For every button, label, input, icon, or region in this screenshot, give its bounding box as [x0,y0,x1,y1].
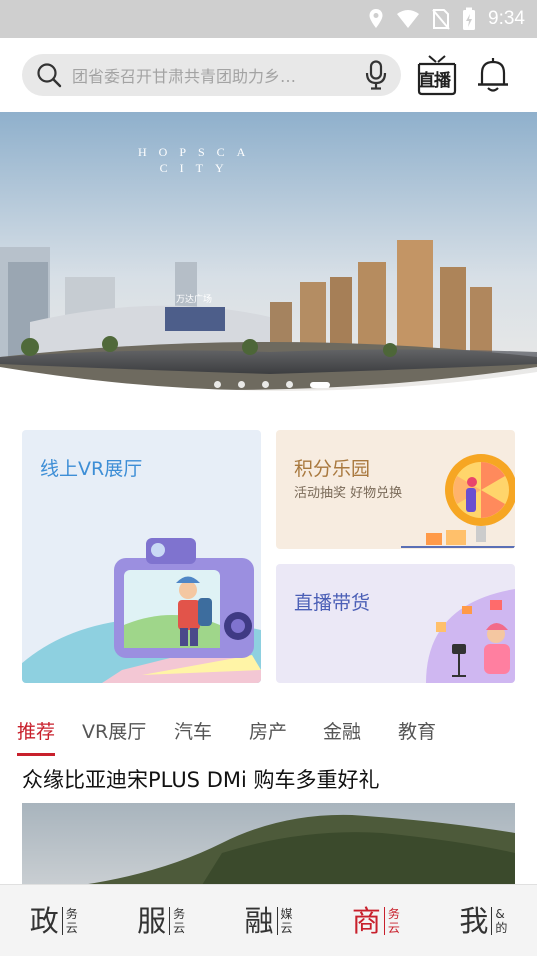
category-tabs: 推荐 VR展厅 汽车 房产 金融 教育 [0,706,537,758]
article-image[interactable] [22,803,515,885]
status-icons: 9:34 [368,7,525,31]
nav-item-commerce[interactable]: 商 务 云 [322,885,429,956]
tab-recommend[interactable]: 推荐 [17,706,56,756]
nav-sub-label: & 的 [491,906,508,935]
live-button[interactable]: 直播 [416,54,458,96]
prize-wheel-illustration [401,454,515,548]
tab-real-estate[interactable]: 房产 [249,706,287,744]
nav-main-label: 服 [137,903,167,938]
microphone-icon[interactable] [365,60,387,90]
nav-sub-label: 媒 云 [276,906,293,935]
banner-sign: 万达广场 [176,295,213,305]
carousel-dot[interactable] [238,381,245,388]
banner-carousel[interactable]: HOPSCA CITY 万达广场 [0,112,537,412]
nav-sub-label-2: 云 [173,920,186,935]
nav-sub-label-2: 云 [280,920,293,935]
nav-sub-label: 务 云 [61,906,78,935]
nav-sub-label-1: 务 [173,906,186,921]
nav-main-label: 商 [351,903,381,938]
bell-icon[interactable] [476,56,510,94]
live-sales-card[interactable]: 直播带货 [276,564,515,683]
nav-main-label: 我 [459,903,489,938]
search-input[interactable]: 团省委召开甘肃共青团助力乡… [72,63,365,87]
banner-caption-line2: CITY [159,161,236,175]
nav-sub-label-1: 媒 [280,906,293,921]
nav-sub-label-1: & [495,906,505,921]
nav-main-label: 融 [244,903,274,938]
banner-image [0,112,537,412]
points-park-card[interactable]: 积分乐园 活动抽奖 好物兑换 [276,430,515,549]
nav-sub-label-1: 务 [65,906,78,921]
tab-cars[interactable]: 汽车 [174,706,212,744]
nav-item-government[interactable]: 政 务 云 [0,885,107,956]
banner-caption: HOPSCA CITY [138,144,257,176]
nav-item-media[interactable]: 融 媒 云 [215,885,322,956]
live-host-illustration [426,589,515,683]
nav-item-mine[interactable]: 我 & 的 [430,885,537,956]
nav-sub-label: 务 云 [169,906,186,935]
nav-sub-label-2: 云 [387,920,400,935]
nav-sub-label: 务 云 [383,906,400,935]
article-title[interactable]: 众缘比亚迪宋PLUS DMi 购车多重好礼 [22,764,380,794]
tab-vr-hall[interactable]: VR展厅 [82,706,146,744]
search-bar[interactable]: 团省委召开甘肃共青团助力乡… [22,54,401,96]
camera-illustration [22,538,261,683]
status-time: 9:34 [488,8,525,29]
carousel-dot[interactable] [262,381,269,388]
carousel-dot-active[interactable] [310,381,330,388]
status-bar: 9:34 [0,0,537,38]
battery-charging-icon [463,7,476,30]
carousel-dot[interactable] [286,381,293,388]
nav-sub-label-2: 的 [495,920,508,935]
nav-item-service[interactable]: 服 务 云 [107,885,214,956]
top-bar: 团省委召开甘肃共青团助力乡… 直播 [0,38,537,112]
carousel-dot[interactable] [214,381,221,388]
nav-main-label: 政 [29,903,59,938]
bottom-nav: 政 务 云 服 务 云 融 媒 云 商 务 云 我 & 的 [0,884,537,956]
banner-caption-line1: HOPSCA [138,145,258,159]
carousel-indicator [214,381,330,388]
nav-sub-label-2: 云 [65,920,78,935]
location-icon [369,9,383,28]
search-icon[interactable] [36,62,62,88]
vr-hall-card[interactable]: 线上VR展厅 [22,430,261,683]
article-photo [22,803,515,885]
nav-sub-label-1: 务 [387,906,400,921]
live-label: 直播 [418,71,451,91]
tab-finance[interactable]: 金融 [323,706,361,744]
no-sim-icon [432,9,450,30]
wifi-icon [397,10,420,28]
tab-education[interactable]: 教育 [398,706,436,744]
